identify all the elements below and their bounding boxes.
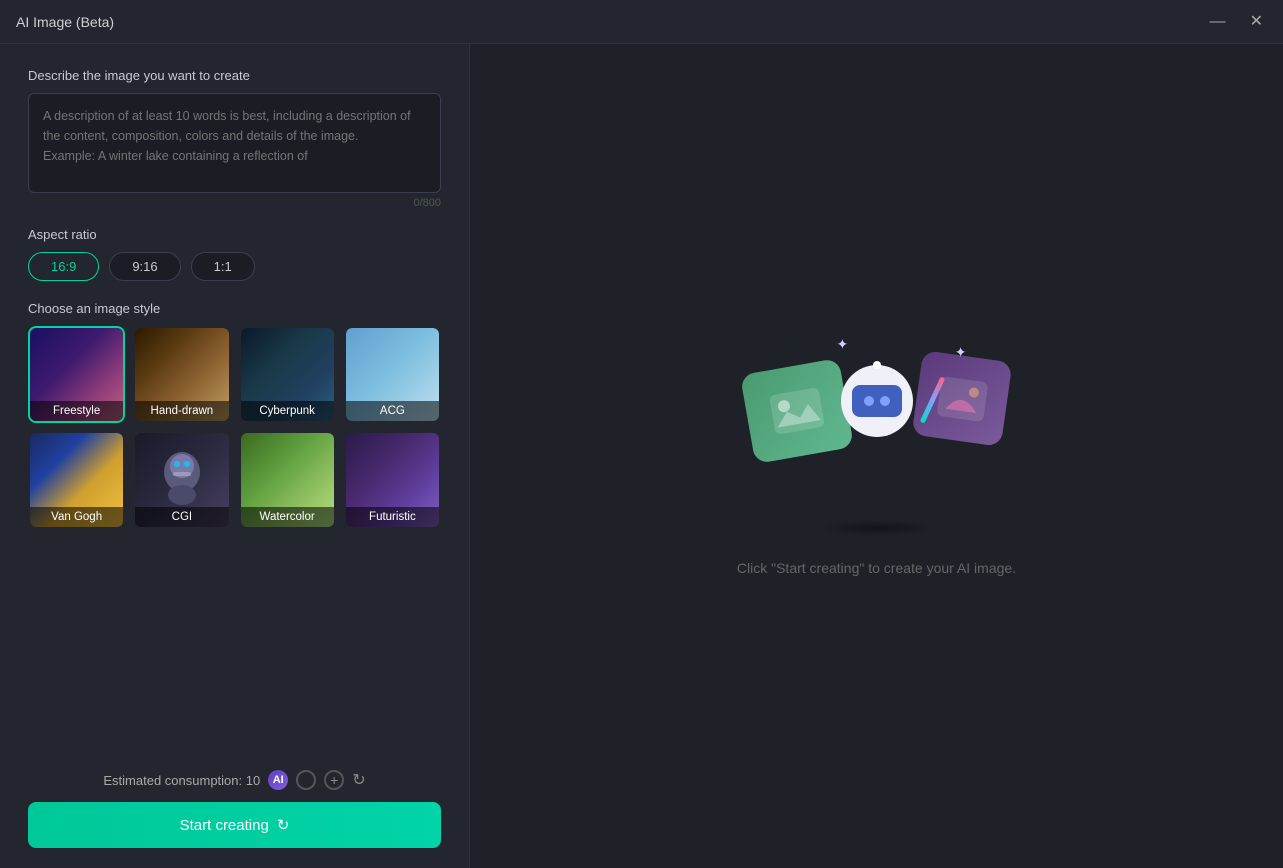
left-panel: Describe the image you want to create 0/… [0,44,470,868]
start-creating-button[interactable]: Start creating ↻ [28,802,441,848]
main-content: Describe the image you want to create 0/… [0,44,1283,868]
style-label-cyberpunk: Cyberpunk [241,401,334,421]
start-creating-refresh-icon: ↻ [277,816,290,834]
shadow-ellipse [817,520,937,536]
style-label-vangogh: Van Gogh [30,507,123,527]
style-item-vangogh[interactable]: Van Gogh [28,431,125,528]
describe-label: Describe the image you want to create [28,68,441,83]
title-bar-controls: — ✕ [1206,10,1267,34]
robot-eye-right [880,396,890,406]
refresh-icon[interactable]: ↻ [352,770,365,790]
style-label-futuristic: Futuristic [346,507,439,527]
robot-head [841,365,913,437]
style-label-handdrawn: Hand-drawn [135,401,228,421]
ring-icon [296,770,316,790]
style-item-cgi[interactable]: CGI [133,431,230,528]
plus-icon: + [324,770,344,790]
bottom-bar: Estimated consumption: 10 AI + ↻ Start c… [28,754,441,848]
aspect-ratio-label: Aspect ratio [28,227,441,242]
sparkle-1: ✦ [955,344,967,361]
window-title: AI Image (Beta) [16,14,114,30]
char-count: 0/800 [28,197,441,209]
consumption-text: Estimated consumption: 10 [103,773,260,788]
style-item-futuristic[interactable]: Futuristic [344,431,441,528]
aspect-btn-9-16[interactable]: 9:16 [109,252,180,281]
style-label-watercolor: Watercolor [241,507,334,527]
aspect-btn-1-1[interactable]: 1:1 [191,252,255,281]
right-panel: ✦ ✦ Click "Start creating" to create you… [470,44,1283,868]
aspect-btn-16-9[interactable]: 16:9 [28,252,99,281]
minimize-button[interactable]: — [1206,10,1230,34]
cgi-illustration [157,450,207,510]
style-label: Choose an image style [28,301,441,316]
style-section: Choose an image style Freestyle Hand-dra… [28,301,441,529]
robot-dot-top [873,361,881,369]
right-panel-placeholder: Click "Start creating" to create your AI… [737,560,1016,576]
illus-robot [832,346,922,456]
style-item-watercolor[interactable]: Watercolor [239,431,336,528]
style-label-acg: ACG [346,401,439,421]
robot-eye-left [864,396,874,406]
style-item-acg[interactable]: ACG [344,326,441,423]
close-button[interactable]: ✕ [1246,10,1267,34]
illus-card-right [911,350,1012,447]
robot-face [852,385,902,417]
aspect-ratio-section: Aspect ratio 16:9 9:16 1:1 [28,227,441,281]
style-item-cyberpunk[interactable]: Cyberpunk [239,326,336,423]
app-window: AI Image (Beta) — ✕ Describe the image y… [0,0,1283,868]
sparkle-2: ✦ [837,336,849,353]
consumption-row: Estimated consumption: 10 AI + ↻ [28,770,441,790]
style-label-freestyle: Freestyle [30,401,123,421]
description-textarea[interactable] [28,93,441,193]
aspect-buttons: 16:9 9:16 1:1 [28,252,441,281]
style-item-handdrawn[interactable]: Hand-drawn [133,326,230,423]
style-item-freestyle[interactable]: Freestyle [28,326,125,423]
illustration: ✦ ✦ [747,336,1007,536]
style-label-cgi: CGI [135,507,228,527]
ai-icon: AI [268,770,288,790]
start-creating-label: Start creating [180,817,269,834]
title-bar: AI Image (Beta) — ✕ [0,0,1283,44]
style-grid: Freestyle Hand-drawn Cyberpunk ACG [28,326,441,529]
